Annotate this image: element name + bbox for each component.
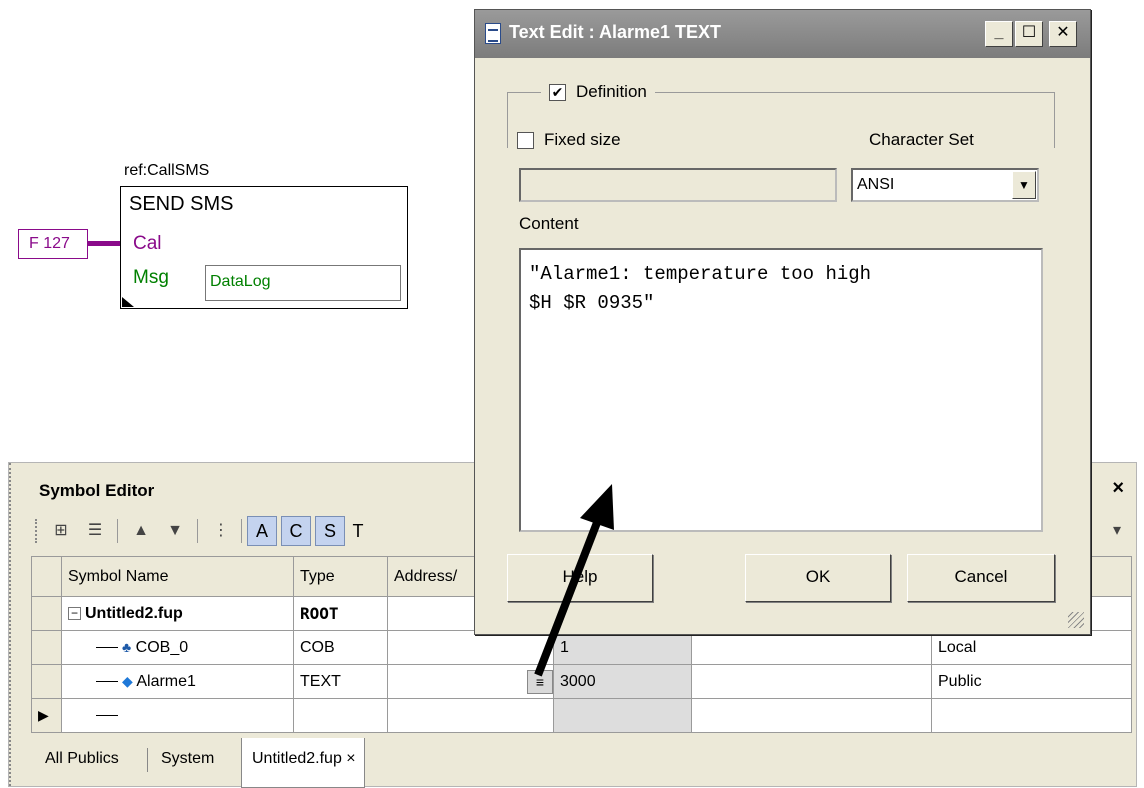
symbol-editor-title: Symbol Editor — [39, 481, 155, 500]
tab-separator — [147, 748, 148, 772]
arrow-up-icon[interactable]: ▲ — [127, 517, 155, 545]
cal-pin-label: Cal — [133, 233, 162, 254]
charset-value: ANSI — [857, 176, 895, 193]
table-row[interactable]: ▶ — [31, 698, 1132, 733]
tab-untitled2[interactable]: Untitled2.fup × — [241, 738, 365, 788]
address-cell[interactable] — [387, 698, 554, 733]
editor-tabs: All Publics System Untitled2.fup × — [31, 738, 1131, 788]
close-icon[interactable]: × — [1112, 477, 1124, 500]
row-selector[interactable] — [31, 630, 62, 665]
arrow-down-icon[interactable]: ▼ — [161, 517, 189, 545]
tree-line — [96, 714, 118, 716]
scope-cell[interactable]: Public — [931, 664, 1132, 699]
tree-view-icon[interactable]: ⊞ — [47, 517, 75, 545]
dialog-title: Text Edit : Alarme1 TEXT — [509, 22, 722, 42]
toolbar-grip[interactable] — [35, 519, 38, 543]
symbol-name: COB_0 — [135, 638, 189, 656]
filter-a-button[interactable]: A — [247, 516, 277, 546]
collapse-icon[interactable]: − — [68, 606, 81, 620]
comment-cell[interactable] — [691, 664, 932, 699]
tree-line — [96, 646, 118, 648]
type-cell[interactable]: COB — [293, 630, 388, 665]
row-selector[interactable]: ▶ — [31, 698, 62, 733]
tab-all-publics[interactable]: All Publics — [45, 750, 119, 768]
charset-select[interactable]: ANSI ▼ — [851, 168, 1039, 202]
comment-cell[interactable] — [691, 698, 932, 733]
address-cell[interactable] — [387, 630, 554, 665]
value-cell[interactable] — [553, 698, 692, 733]
document-icon — [485, 23, 501, 44]
row-selector[interactable] — [31, 664, 62, 699]
row-selector[interactable] — [31, 596, 62, 631]
fixed-size-label: Fixed size — [544, 130, 621, 149]
symbol-name-cell[interactable]: − Untitled2.fup — [61, 596, 294, 631]
cancel-button[interactable]: Cancel — [907, 554, 1055, 602]
symbol-name-cell[interactable]: ♣ COB_0 — [61, 630, 294, 665]
table-row[interactable]: ♣ COB_0 COB 1 Local — [31, 630, 1132, 665]
scope-cell[interactable] — [931, 698, 1132, 733]
text-edit-dialog: Text Edit : Alarme1 TEXT _ ☐ ✕ ✔ Definiti… — [474, 9, 1091, 635]
filter-c-button[interactable]: C — [281, 516, 311, 546]
address-cell[interactable]: ≡ — [387, 664, 554, 699]
msg-value-field[interactable]: DataLog — [205, 265, 401, 301]
filter-t-button[interactable]: T — [343, 516, 373, 546]
dropdown-arrow-icon[interactable]: ▼ — [1012, 171, 1036, 199]
col-header-symbol-name[interactable]: Symbol Name — [61, 556, 294, 597]
edit-text-button[interactable]: ≡ — [527, 669, 553, 694]
dialog-title-bar[interactable]: Text Edit : Alarme1 TEXT _ ☐ ✕ — [475, 10, 1090, 58]
type-cell[interactable]: ROOT — [293, 596, 388, 631]
type-cell[interactable] — [293, 698, 388, 733]
block-corner-marker — [122, 297, 134, 307]
close-button[interactable]: ✕ — [1049, 21, 1077, 47]
type-cell[interactable]: TEXT — [293, 664, 388, 699]
toolbar-separator — [241, 519, 242, 543]
table-row[interactable]: ◆ Alarme1 TEXT ≡ 3000 Public — [31, 664, 1132, 699]
fixed-size-option[interactable]: Fixed size — [517, 130, 621, 150]
tab-system[interactable]: System — [161, 750, 214, 768]
value-cell[interactable]: 1 — [553, 630, 692, 665]
definition-checkbox[interactable]: ✔ — [549, 84, 566, 102]
list-view-icon[interactable]: ☰ — [81, 517, 109, 545]
chevron-down-icon[interactable]: ▾ — [1103, 517, 1131, 545]
col-header-type[interactable]: Type — [293, 556, 388, 597]
send-sms-block[interactable]: SEND SMS Cal Msg DataLog — [120, 186, 408, 309]
toolbar-separator — [197, 519, 198, 543]
cob-icon: ♣ — [122, 638, 132, 655]
symbol-name-cell[interactable] — [61, 698, 294, 733]
indent-icon[interactable]: ⋮ — [207, 517, 235, 545]
definition-label: Definition — [576, 82, 647, 101]
scope-cell[interactable]: Local — [931, 630, 1132, 665]
help-button[interactable]: Help — [507, 554, 653, 602]
symbol-name: Untitled2.fup — [85, 604, 183, 622]
size-input — [519, 168, 837, 202]
fixed-size-checkbox[interactable] — [517, 132, 534, 150]
filter-s-button[interactable]: S — [315, 516, 345, 546]
input-tag-f127[interactable]: F 127 — [18, 229, 88, 259]
value-cell[interactable]: 3000 — [553, 664, 692, 699]
maximize-button[interactable]: ☐ — [1015, 21, 1043, 47]
content-textarea[interactable]: "Alarme1: temperature too high $H $R 093… — [519, 248, 1043, 532]
minimize-button[interactable]: _ — [985, 21, 1013, 47]
symbol-name: Alarme1 — [136, 672, 196, 690]
connection-wire — [88, 241, 120, 246]
symbol-name-cell[interactable]: ◆ Alarme1 — [61, 664, 294, 699]
toolbar-separator — [117, 519, 118, 543]
block-title: SEND SMS — [129, 193, 234, 215]
definition-legend[interactable]: ✔ Definition — [541, 82, 655, 102]
row-header-corner — [31, 556, 62, 597]
resize-grip[interactable] — [1068, 612, 1084, 628]
ok-button[interactable]: OK — [745, 554, 891, 602]
fup-ref-label: ref:CallSMS — [124, 162, 210, 179]
text-symbol-icon: ◆ — [122, 672, 133, 689]
dock-grip[interactable] — [9, 463, 13, 786]
tree-line — [96, 680, 118, 682]
comment-cell[interactable] — [691, 630, 932, 665]
current-row-arrow-icon: ▶ — [38, 706, 49, 723]
content-label: Content — [519, 214, 579, 233]
msg-pin-label: Msg — [133, 267, 169, 288]
charset-label: Character Set — [869, 130, 974, 149]
